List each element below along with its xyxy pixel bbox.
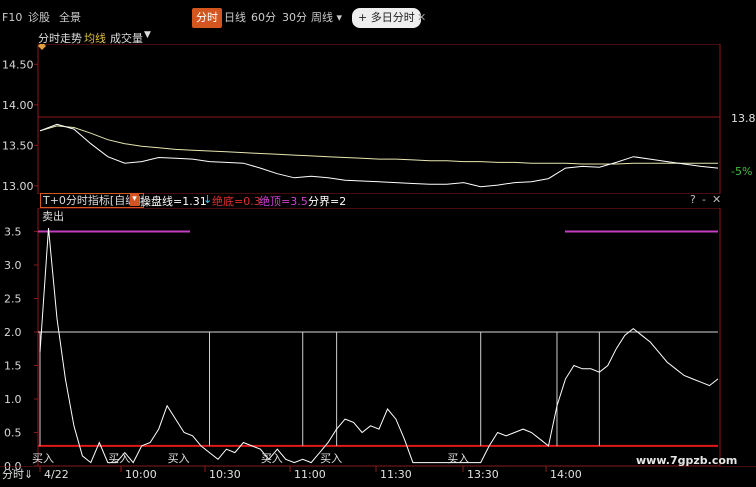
tab-daily[interactable]: 日线 <box>224 8 246 28</box>
arrow-down-icon: ↓ <box>203 193 213 206</box>
indicator-bar: T+0分时指标[自编] ▾ 操盘线=1.31 ↓ 绝底=0.3 绝顶=3.5 分… <box>38 193 721 208</box>
indicator-chart-frame <box>37 208 721 467</box>
price-tick-label: 14.50 <box>2 58 34 71</box>
price-line <box>39 123 719 188</box>
tab-60min[interactable]: 60分 <box>251 8 276 28</box>
tab-intraday[interactable]: 分时 <box>192 8 222 28</box>
arrow-down-icon[interactable]: ⇓ <box>24 468 33 481</box>
time-axis-label: 分时 <box>2 468 24 481</box>
avg-price-line <box>39 125 718 165</box>
price-grid <box>38 44 721 194</box>
chevron-down-icon[interactable]: ▼ <box>144 30 151 40</box>
right-price-label: 13.85 <box>731 112 756 125</box>
indicator-tick-label: 2.0 <box>4 326 22 339</box>
close-icon[interactable]: ✕ <box>712 193 721 206</box>
buy-annotation: 买入 <box>447 452 469 465</box>
buy-annotation: 买入 <box>320 452 342 465</box>
price-tick-label: 14.00 <box>2 99 34 112</box>
price-chart: 14.50 14.00 13.50 13.00 13.85 -5% <box>2 44 756 194</box>
buy-signal-lines <box>39 331 600 446</box>
time-tick-label: 13:30 <box>467 468 499 481</box>
time-tick-label: 11:00 <box>294 468 326 481</box>
time-tick-label: 10:30 <box>209 468 241 481</box>
chart-subbar: 分时走势 均线 成交量 ▼ <box>0 30 430 45</box>
indicator-tick-label: 3.0 <box>4 259 22 272</box>
price-axis: 14.50 14.00 13.50 13.00 <box>2 58 38 193</box>
time-axis: 分时 ⇓ 4/22 10:00 10:30 11:00 11:30 13:30 14:00 <box>0 466 756 481</box>
f10-button[interactable]: F10 <box>2 8 22 28</box>
watermark: www.7gpzb.com <box>636 454 738 467</box>
indicator-tick-label: 1.0 <box>4 393 22 406</box>
price-tick-label: 13.00 <box>2 180 34 193</box>
indicator-tick-label: 0.5 <box>4 426 22 439</box>
indicator-tick-label: 3.5 <box>4 225 22 238</box>
indicator-tick-label: 2.5 <box>4 292 22 305</box>
overview-button[interactable]: 全景 <box>59 8 81 28</box>
multiday-button[interactable]: + 多日分时 <box>352 8 421 28</box>
buy-annotation: 买入 <box>108 452 130 465</box>
indicator-top-value: 绝顶=3.5 <box>259 195 308 208</box>
indicator-axis: 3.53.02.52.01.51.00.50.0 <box>4 225 38 473</box>
time-tick-label: 11:30 <box>380 468 412 481</box>
buy-annotation: 买入 <box>32 452 54 465</box>
chevron-down-icon[interactable]: ▾ <box>130 193 139 206</box>
toolbar: F10 诊股 全景 分时 日线 60分 30分 周线 ▾ + 多日分时 ✕ <box>0 8 430 30</box>
tab-30min[interactable]: 30分 <box>282 8 307 28</box>
buy-annotations: 买入 买入 买入 买入 买入 买入 <box>32 452 469 465</box>
time-tick-label: 14:00 <box>550 468 582 481</box>
time-tick-label: 4/22 <box>44 468 69 481</box>
indicator-tick-label: 1.5 <box>4 359 22 372</box>
indicator-bottom-value: 绝底=0.3 <box>212 195 261 208</box>
sell-annotation: 卖出 <box>42 209 64 223</box>
indicator-line-value: 操盘线=1.31 <box>140 195 207 208</box>
indicator-chart: 3.53.02.52.01.51.00.50.0 卖出 买入 买入 买入 买入 买入 买入 <box>4 208 721 473</box>
diagnose-button[interactable]: 诊股 <box>28 8 50 28</box>
help-icon[interactable]: ? <box>690 193 696 206</box>
indicator-divide-value: 分界=2 <box>308 195 347 208</box>
buy-annotation: 买入 <box>168 452 190 465</box>
indicator-line <box>39 228 719 464</box>
time-ticks: 4/22 10:00 10:30 11:00 11:30 13:30 14:00 <box>39 466 582 481</box>
close-icon[interactable]: ✕ <box>417 8 426 28</box>
indicator-name[interactable]: T+0分时指标[自编] <box>40 193 144 208</box>
time-tick-label: 10:00 <box>125 468 157 481</box>
minimize-icon[interactable]: - <box>702 193 706 206</box>
marker-icon <box>38 44 46 50</box>
tab-weekly[interactable]: 周线 ▾ <box>311 8 342 28</box>
right-pct-label: -5% <box>731 165 752 178</box>
indicator-levels <box>38 208 721 466</box>
buy-annotation: 买入 <box>261 452 283 465</box>
price-chart-frame <box>37 44 721 194</box>
price-tick-label: 13.50 <box>2 139 34 152</box>
